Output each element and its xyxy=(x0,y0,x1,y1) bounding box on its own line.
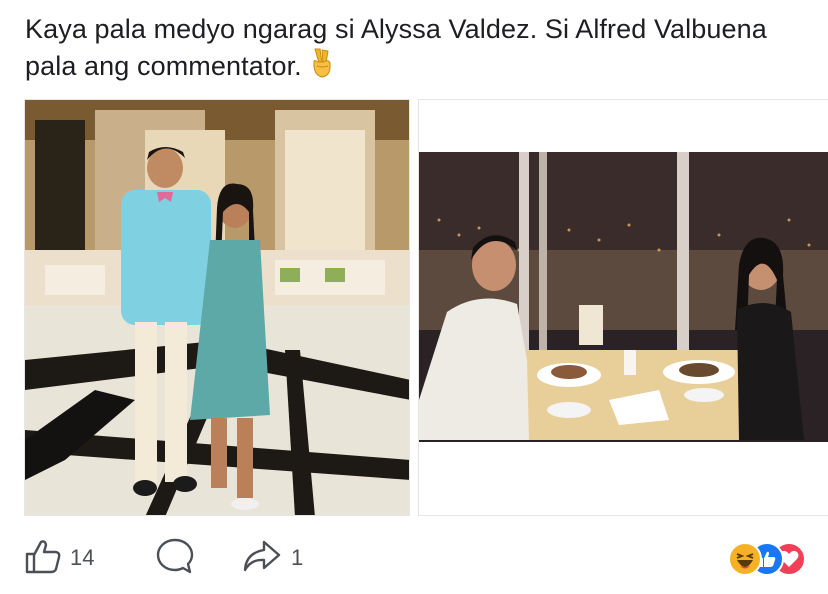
share-arrow-icon xyxy=(241,538,283,579)
comment-bubble-icon xyxy=(155,537,195,580)
comment-button[interactable] xyxy=(155,538,195,576)
thumbs-up-icon xyxy=(24,538,62,579)
haha-reaction-icon xyxy=(728,542,762,576)
couple-standing-photo[interactable] xyxy=(24,99,410,516)
couple-dinner-photo[interactable] xyxy=(418,99,828,516)
photo-grid xyxy=(0,99,828,516)
likes-count: 14 xyxy=(70,545,95,570)
reactions-summary[interactable] xyxy=(706,542,806,578)
share-button[interactable]: 1 xyxy=(241,540,303,576)
like-button[interactable]: 14 xyxy=(24,538,95,579)
victory-hand-icon xyxy=(308,47,336,88)
post-action-bar: 14 1 xyxy=(0,516,828,594)
post-message-text: Kaya pala medyo ngarag si Alyssa Valdez.… xyxy=(25,14,767,81)
post-message: Kaya pala medyo ngarag si Alyssa Valdez.… xyxy=(25,12,805,88)
shares-count: 1 xyxy=(291,545,304,570)
